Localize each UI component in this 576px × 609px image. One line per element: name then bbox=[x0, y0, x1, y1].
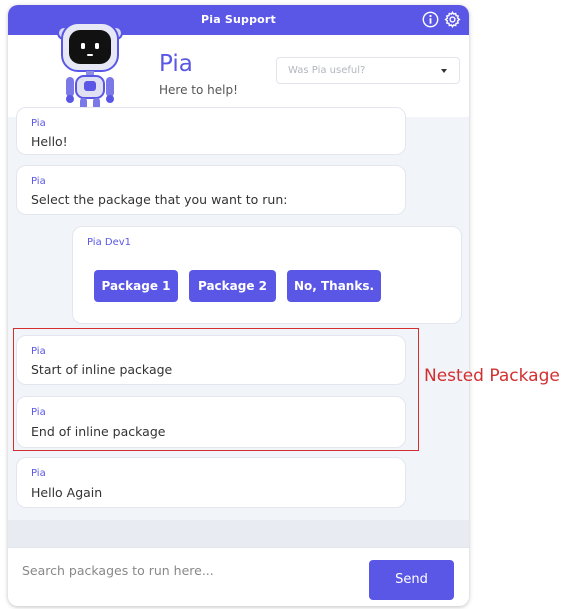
robot-avatar bbox=[57, 22, 123, 114]
message-sender: Pia bbox=[31, 118, 46, 129]
bot-header: Pia Here to help! Was Pia useful? bbox=[8, 22, 469, 118]
bot-name: Pia bbox=[159, 51, 193, 77]
message-bubble: Pia Select the package that you want to … bbox=[16, 165, 406, 215]
message-sender: Pia bbox=[31, 176, 46, 187]
feedback-select[interactable]: Was Pia useful? bbox=[276, 57, 460, 84]
message-bubble: Pia Hello Again bbox=[16, 457, 406, 508]
message-text: Hello Again bbox=[31, 485, 103, 500]
send-button[interactable]: Send bbox=[369, 560, 454, 600]
message-bubble: Pia Hello! bbox=[16, 107, 406, 155]
nested-package-label: Nested Package bbox=[424, 366, 560, 386]
message-sender: Pia bbox=[31, 468, 46, 479]
composer: Send bbox=[8, 547, 469, 606]
package-2-button[interactable]: Package 2 bbox=[189, 270, 276, 302]
bot-tagline: Here to help! bbox=[159, 83, 238, 97]
package-card-sender: Pia Dev1 bbox=[87, 237, 132, 248]
chat-widget: Pia Support Pia Here to help! Was Pia us… bbox=[8, 5, 469, 606]
info-icon[interactable] bbox=[422, 11, 439, 28]
nested-package-highlight bbox=[13, 328, 419, 451]
search-input[interactable] bbox=[22, 560, 352, 580]
feedback-placeholder: Was Pia useful? bbox=[288, 65, 366, 76]
chat-area-footer bbox=[8, 520, 469, 547]
gear-icon[interactable] bbox=[444, 11, 461, 28]
no-thanks-button[interactable]: No, Thanks. bbox=[287, 270, 381, 302]
package-1-button[interactable]: Package 1 bbox=[94, 270, 178, 302]
message-text: Select the package that you want to run: bbox=[31, 192, 288, 207]
chevron-down-icon bbox=[441, 69, 447, 73]
message-text: Hello! bbox=[31, 134, 68, 149]
